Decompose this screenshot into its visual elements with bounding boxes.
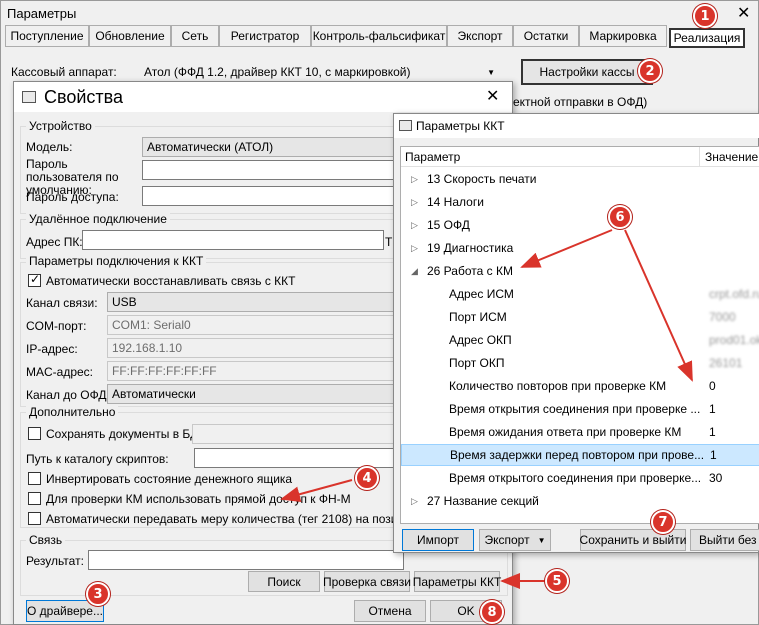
badge-5: 5 xyxy=(545,569,569,593)
badge-2: 2 xyxy=(638,59,662,83)
arrow-6-to-km xyxy=(520,229,613,268)
badge-4: 4 xyxy=(355,466,379,490)
arrow-6-to-repeat xyxy=(624,229,693,382)
badge-1: 1 xyxy=(693,4,717,28)
arrow-4-to-direct-fn xyxy=(280,479,353,503)
badge-6: 6 xyxy=(608,205,632,229)
annotation-arrows xyxy=(280,229,693,589)
badge-3: 3 xyxy=(86,582,110,606)
badge-7: 7 xyxy=(651,510,675,534)
badge-8: 8 xyxy=(480,600,504,624)
